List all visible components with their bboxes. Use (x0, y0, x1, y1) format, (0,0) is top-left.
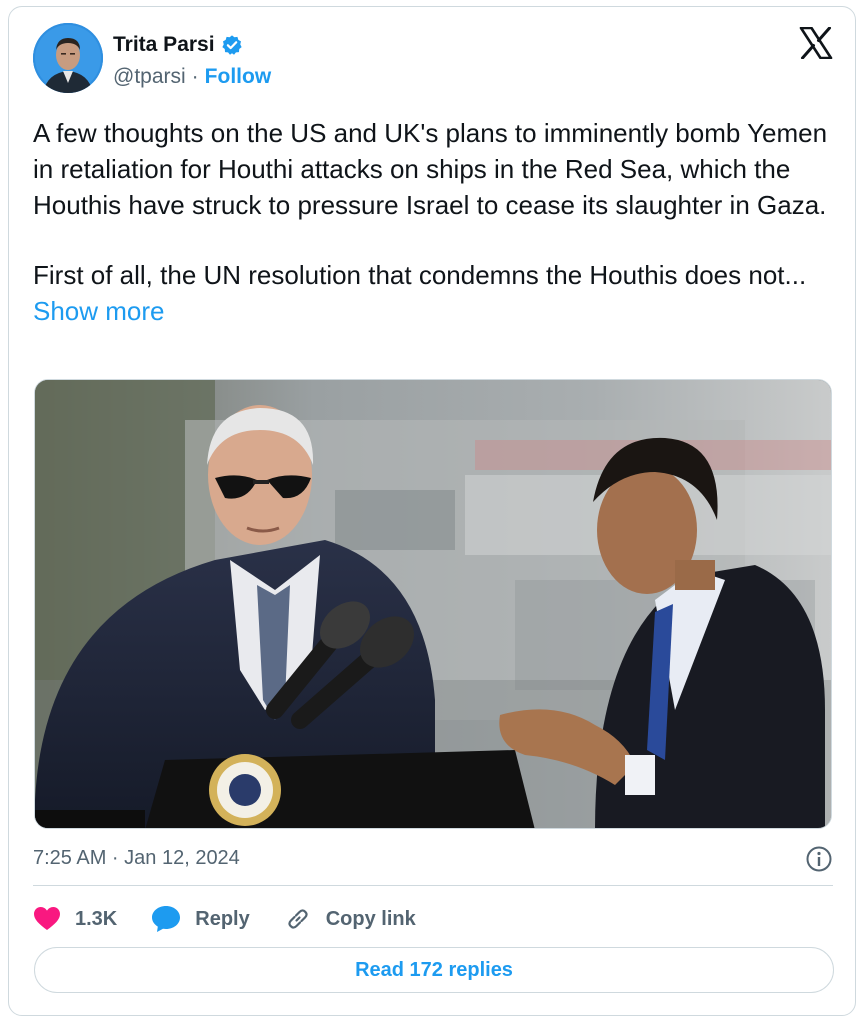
timestamp-row: 7:25 AM · Jan 12, 2024 (33, 841, 833, 875)
tweet-timestamp[interactable]: 7:25 AM · Jan 12, 2024 (33, 847, 240, 869)
show-more-link[interactable]: Show more (33, 296, 165, 326)
tweet-paragraph-2-text: First of all, the UN resolution that con… (33, 260, 807, 290)
read-replies-button[interactable]: Read 172 replies (34, 947, 834, 993)
author-name[interactable]: Trita Parsi (113, 33, 215, 57)
tweet-text: A few thoughts on the US and UK's plans … (33, 115, 833, 329)
speech-bubble-icon (152, 906, 181, 932)
reply-button[interactable]: Reply (151, 905, 250, 933)
follow-button[interactable]: Follow (205, 65, 272, 89)
tweet-header: Trita Parsi @tparsi · Follow (33, 23, 833, 93)
like-count: 1.3K (75, 907, 118, 930)
info-icon[interactable] (805, 845, 833, 873)
like-button[interactable]: 1.3K (33, 906, 117, 932)
copy-link-button[interactable]: Copy link (284, 905, 416, 933)
divider (33, 885, 833, 886)
author-info: Trita Parsi @tparsi · Follow (113, 31, 271, 91)
reply-label: Reply (195, 907, 250, 930)
avatar[interactable] (33, 23, 103, 93)
author-handle[interactable]: @tparsi (113, 65, 186, 89)
tweet-photo[interactable] (34, 379, 832, 829)
x-logo-icon[interactable] (799, 27, 833, 59)
read-replies-label: Read 172 replies (355, 958, 513, 981)
link-icon (288, 909, 308, 929)
action-bar: 1.3K Reply Copy link (33, 899, 450, 939)
tweet-card: Trita Parsi @tparsi · Follow A few thoug… (8, 6, 856, 1016)
separator-dot: · (191, 65, 199, 88)
tweet-paragraph-2: First of all, the UN resolution that con… (33, 257, 833, 329)
copy-link-label: Copy link (325, 907, 416, 930)
verified-badge-icon (221, 35, 242, 55)
tweet-paragraph-1: A few thoughts on the US and UK's plans … (33, 118, 828, 220)
heart-icon (34, 907, 60, 930)
